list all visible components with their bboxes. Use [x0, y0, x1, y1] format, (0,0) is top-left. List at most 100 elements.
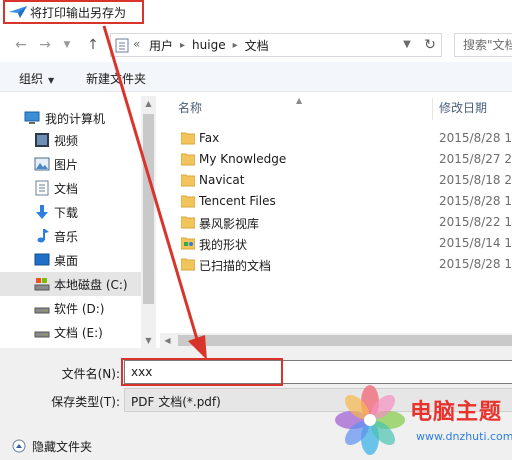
- window-title: 将打印输出另存为: [30, 6, 127, 20]
- back-arrow-icon[interactable]: ←: [12, 36, 30, 54]
- file-date: 2015/8/18 22: [439, 173, 512, 187]
- sidebar-item-downloads[interactable]: 下载: [0, 200, 142, 224]
- file-name: 暴风影视库: [199, 217, 260, 231]
- up-arrow-icon[interactable]: ↑: [84, 36, 102, 54]
- sidebar-item-label: 视频: [54, 134, 79, 148]
- documents-icon: [35, 180, 49, 196]
- sidebar-item-computer[interactable]: 我的计算机: [0, 106, 142, 130]
- sidebar-item-drive-d[interactable]: 软件 (D:): [0, 296, 142, 320]
- sidebar-item-label: 图片: [54, 158, 79, 172]
- new-folder-button[interactable]: 新建文件夹: [86, 70, 146, 87]
- download-icon: [36, 205, 48, 219]
- filename-label: 文件名(N):: [61, 367, 120, 381]
- file-date: 2015/8/22 10: [439, 215, 512, 229]
- refresh-icon[interactable]: ↻: [421, 36, 439, 54]
- file-date: 2015/8/28 10: [439, 194, 512, 208]
- file-name: Tencent Files: [199, 194, 276, 208]
- file-row[interactable]: 已扫描的文档 2015/8/28 15: [160, 254, 512, 275]
- filetype-label: 保存类型(T):: [51, 395, 120, 409]
- sidebar-scrollbar[interactable]: ▲ ▼: [141, 96, 156, 348]
- file-row[interactable]: 暴风影视库 2015/8/22 10: [160, 212, 512, 233]
- document-folder-icon: [115, 38, 129, 53]
- sidebar-item-video[interactable]: 视频: [0, 128, 142, 152]
- pictures-icon: [34, 157, 50, 171]
- folder-icon: [181, 132, 195, 145]
- drive-icon: [34, 331, 50, 338]
- shapes-folder-icon: [181, 237, 195, 250]
- column-header-modified[interactable]: 修改日期: [439, 96, 487, 120]
- navigation-bar: ← → ▼ ↑ « 用户 ▸ huige ▸ 文档 ▼ ↻ 搜索"文档: [0, 30, 512, 60]
- breadcrumb-item[interactable]: 用户: [149, 37, 173, 54]
- file-name: Fax: [199, 131, 220, 145]
- folder-icon: [181, 174, 195, 187]
- scroll-down-icon[interactable]: ▼: [141, 333, 156, 348]
- breadcrumb-separator-icon[interactable]: ▸: [233, 40, 238, 51]
- chevron-up-icon: [12, 439, 26, 453]
- sort-chevron-icon: ▲: [296, 96, 303, 105]
- sidebar-scroll-thumb[interactable]: [143, 114, 154, 304]
- title-bar: 将打印输出另存为: [0, 0, 512, 30]
- file-list: 名称 ▲ 修改日期 Fax 2015/8/28 15 My Knowledge …: [160, 96, 512, 348]
- address-dropdown-icon[interactable]: ▼: [401, 38, 413, 52]
- forward-arrow-icon[interactable]: →: [36, 36, 54, 54]
- file-date: 2015/8/28 15: [439, 257, 512, 271]
- breadcrumb-separator-icon[interactable]: ▸: [180, 40, 185, 51]
- music-icon: [37, 229, 49, 243]
- chevron-down-icon[interactable]: ▼: [58, 36, 76, 54]
- file-list-scroll-thumb[interactable]: [178, 335, 512, 346]
- file-row[interactable]: Fax 2015/8/28 15: [160, 128, 512, 149]
- video-icon: [35, 133, 49, 147]
- sidebar-item-label: 文档: [54, 182, 79, 196]
- address-bar[interactable]: « 用户 ▸ huige ▸ 文档 ▼ ↻: [110, 33, 442, 57]
- watermark-url: www.dnzhuti.com: [416, 430, 512, 443]
- sidebar-item-music[interactable]: 音乐: [0, 224, 142, 248]
- scroll-left-icon[interactable]: ◀: [160, 333, 175, 348]
- organize-label: 组织: [19, 72, 44, 86]
- column-header-name[interactable]: 名称: [178, 96, 202, 120]
- drive-icon: [34, 278, 50, 291]
- breadcrumb: 用户 ▸ huige ▸ 文档: [149, 34, 269, 56]
- drive-icon: [34, 307, 50, 314]
- sidebar-item-label: 桌面: [54, 254, 79, 268]
- flower-logo-icon: [335, 385, 405, 455]
- breadcrumb-item[interactable]: huige: [192, 38, 226, 52]
- sidebar-item-label: 文档 (E:): [54, 326, 103, 340]
- computer-icon: [24, 111, 40, 124]
- file-date: 2015/8/28 15: [439, 131, 512, 145]
- watermark-logo: 电脑主题 www.dnzhuti.com: [330, 380, 512, 460]
- file-name: My Knowledge: [199, 152, 287, 166]
- column-divider[interactable]: [432, 98, 433, 120]
- navigation-pane: 我的计算机 视频 图片 文档 下载 音乐 桌面 本地磁盘 (C:) 软件 (D:…: [0, 96, 156, 348]
- send-arrow-icon: [9, 6, 27, 18]
- file-row[interactable]: My Knowledge 2015/8/27 22: [160, 149, 512, 170]
- sidebar-item-documents[interactable]: 文档: [0, 176, 142, 200]
- file-date: 2015/8/27 22: [439, 152, 512, 166]
- sidebar-item-label: 我的计算机: [45, 112, 106, 126]
- file-date: 2015/8/14 10: [439, 236, 512, 250]
- breadcrumb-item[interactable]: 文档: [245, 37, 269, 54]
- address-overflow[interactable]: «: [133, 37, 140, 51]
- file-name: 我的形状: [199, 238, 248, 252]
- organize-button[interactable]: 组织 ▼: [19, 70, 54, 87]
- sidebar-item-pictures[interactable]: 图片: [0, 152, 142, 176]
- desktop-icon: [34, 253, 50, 266]
- hide-folders-label: 隐藏文件夹: [32, 440, 93, 454]
- sidebar-item-label: 本地磁盘 (C:): [54, 278, 128, 292]
- filename-highlight-box: [121, 358, 283, 386]
- scroll-up-icon[interactable]: ▲: [141, 96, 156, 111]
- folder-icon: [181, 153, 195, 166]
- file-row[interactable]: 我的形状 2015/8/14 10: [160, 233, 512, 254]
- file-name: Navicat: [199, 173, 245, 187]
- folder-icon: [181, 216, 195, 229]
- folder-icon: [181, 195, 195, 208]
- file-list-scrollbar[interactable]: ◀: [160, 333, 512, 348]
- sidebar-item-desktop[interactable]: 桌面: [0, 248, 142, 272]
- folder-icon: [181, 258, 195, 271]
- file-row[interactable]: Tencent Files 2015/8/28 10: [160, 191, 512, 212]
- sidebar-item-drive-e[interactable]: 文档 (E:): [0, 320, 142, 344]
- file-row[interactable]: Navicat 2015/8/18 22: [160, 170, 512, 191]
- sidebar-item-label: 音乐: [54, 230, 79, 244]
- sidebar-item-drive-c[interactable]: 本地磁盘 (C:): [0, 272, 142, 296]
- search-input[interactable]: 搜索"文档: [454, 33, 512, 57]
- chevron-down-icon: ▼: [48, 76, 55, 85]
